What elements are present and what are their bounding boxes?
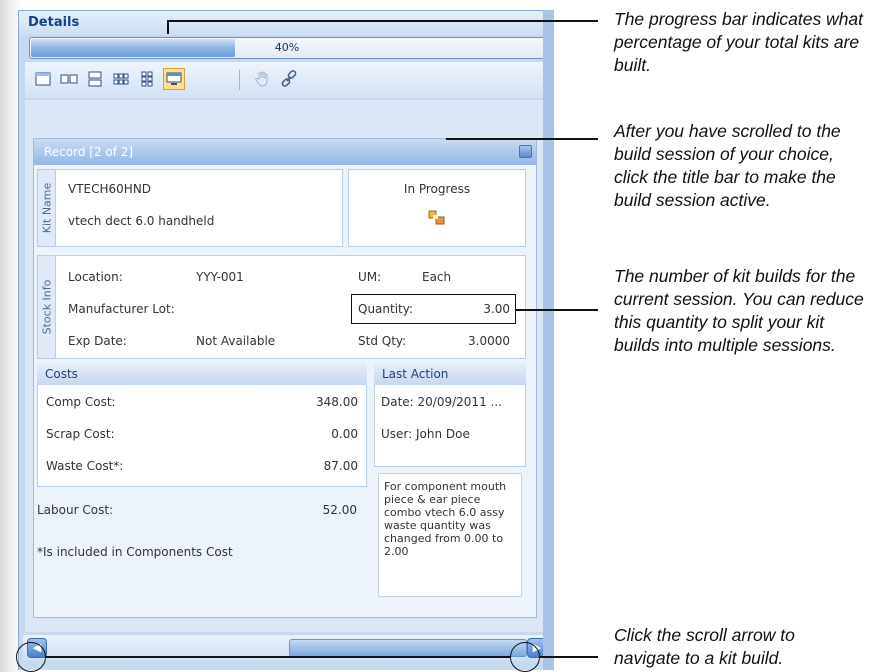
waste-cost-label: Waste Cost*: bbox=[46, 459, 124, 473]
waste-cost-value: 87.00 bbox=[323, 459, 358, 473]
kit-code: VTECH60HND bbox=[68, 182, 152, 196]
callout-line-quantity bbox=[516, 309, 598, 311]
costs-section: Costs Comp Cost: 348.00 Scrap Cost: 0.00… bbox=[37, 363, 367, 487]
kit-progress-bar: 40% bbox=[29, 37, 545, 59]
panel-right-edge bbox=[543, 10, 554, 670]
callout-line-title bbox=[446, 138, 598, 140]
callout-title-bar: After you have scrolled to the build ses… bbox=[614, 121, 841, 210]
last-action-note-text: For component mouth piece & ear piece co… bbox=[384, 480, 507, 558]
labour-cost-value: 52.00 bbox=[322, 503, 357, 517]
last-action-date: Date: 20/09/2011 ... bbox=[381, 395, 502, 409]
record-title-bar[interactable]: Record [2 of 2] bbox=[34, 139, 536, 165]
callout-progress: The progress bar indicates what percenta… bbox=[614, 9, 864, 75]
exp-date-value: Not Available bbox=[196, 334, 276, 348]
costs-header: Costs bbox=[37, 363, 367, 385]
last-action-user: User: John Doe bbox=[381, 427, 470, 441]
manufacturer-lot-label: Manufacturer Lot: bbox=[68, 302, 175, 316]
quantity-highlight bbox=[351, 294, 516, 324]
location-value: YYY-001 bbox=[196, 270, 244, 284]
progress-label: 40% bbox=[274, 41, 300, 54]
kit-name-label: Kit Name bbox=[38, 170, 56, 246]
build-status: In Progress bbox=[403, 182, 471, 196]
details-panel: Details 40% Record [2 of 2] Kit Name VTE… bbox=[18, 10, 554, 670]
link-icon[interactable] bbox=[279, 69, 299, 89]
last-action-note: For component mouth piece & ear piece co… bbox=[378, 473, 522, 597]
in-progress-icon bbox=[428, 210, 446, 230]
kit-description: vtech dect 6.0 handheld bbox=[68, 214, 215, 228]
grid-2x3-icon[interactable] bbox=[137, 69, 157, 89]
two-rows-icon[interactable] bbox=[85, 69, 105, 89]
callout-quantity: The number of kit builds for the current… bbox=[614, 266, 864, 355]
std-qty-label: Std Qty: bbox=[358, 334, 407, 348]
costs-footnote: *Is included in Components Cost bbox=[37, 545, 233, 559]
card-view-icon[interactable] bbox=[163, 68, 185, 90]
kit-name-group: Kit Name VTECH60HND vtech dect 6.0 handh… bbox=[37, 169, 343, 247]
stock-info-label: Stock Info bbox=[38, 256, 56, 358]
comp-cost-label: Comp Cost: bbox=[46, 395, 116, 409]
collapse-icon[interactable] bbox=[519, 145, 532, 158]
record-card: Record [2 of 2] Kit Name VTECH60HND vtec… bbox=[33, 138, 537, 618]
callout-tick-progress bbox=[167, 20, 169, 34]
costs-box: Comp Cost: 348.00 Scrap Cost: 0.00 Waste… bbox=[37, 385, 367, 487]
um-label: UM: bbox=[358, 270, 382, 284]
callout-line-progress bbox=[168, 20, 598, 22]
callout-line-scroll bbox=[540, 656, 598, 658]
grid-3x2-icon[interactable] bbox=[111, 69, 131, 89]
um-value: Each bbox=[422, 270, 452, 284]
record-title: Record [2 of 2] bbox=[44, 145, 134, 159]
layout-toolbar bbox=[25, 62, 549, 98]
single-panel-icon[interactable] bbox=[33, 69, 53, 89]
left-arrow-highlight bbox=[16, 642, 46, 672]
record-body: Kit Name VTECH60HND vtech dect 6.0 handh… bbox=[34, 165, 536, 617]
two-columns-icon[interactable] bbox=[59, 69, 79, 89]
pan-hand-icon[interactable] bbox=[253, 69, 273, 89]
right-arrow-highlight bbox=[510, 642, 540, 672]
toolbar-separator bbox=[239, 70, 240, 90]
status-group: In Progress bbox=[348, 169, 526, 247]
labour-cost-label: Labour Cost: bbox=[37, 503, 114, 517]
scrap-cost-value: 0.00 bbox=[331, 427, 358, 441]
callout-line-scroll-inner bbox=[46, 656, 510, 658]
callout-scroll: Click the scroll arrow to navigate to a … bbox=[614, 625, 795, 668]
exp-date-label: Exp Date: bbox=[68, 334, 127, 348]
panel-title: Details bbox=[19, 11, 553, 35]
last-action-box: Date: 20/09/2011 ... User: John Doe bbox=[374, 385, 526, 467]
record-scroll-area: Record [2 of 2] Kit Name VTECH60HND vtec… bbox=[25, 100, 549, 632]
scroll-thumb[interactable] bbox=[289, 639, 527, 657]
comp-cost-value: 348.00 bbox=[316, 395, 358, 409]
scrap-cost-label: Scrap Cost: bbox=[46, 427, 115, 441]
last-action-header: Last Action bbox=[374, 363, 526, 385]
std-qty-value: 3.0000 bbox=[468, 334, 510, 348]
location-label: Location: bbox=[68, 270, 123, 284]
